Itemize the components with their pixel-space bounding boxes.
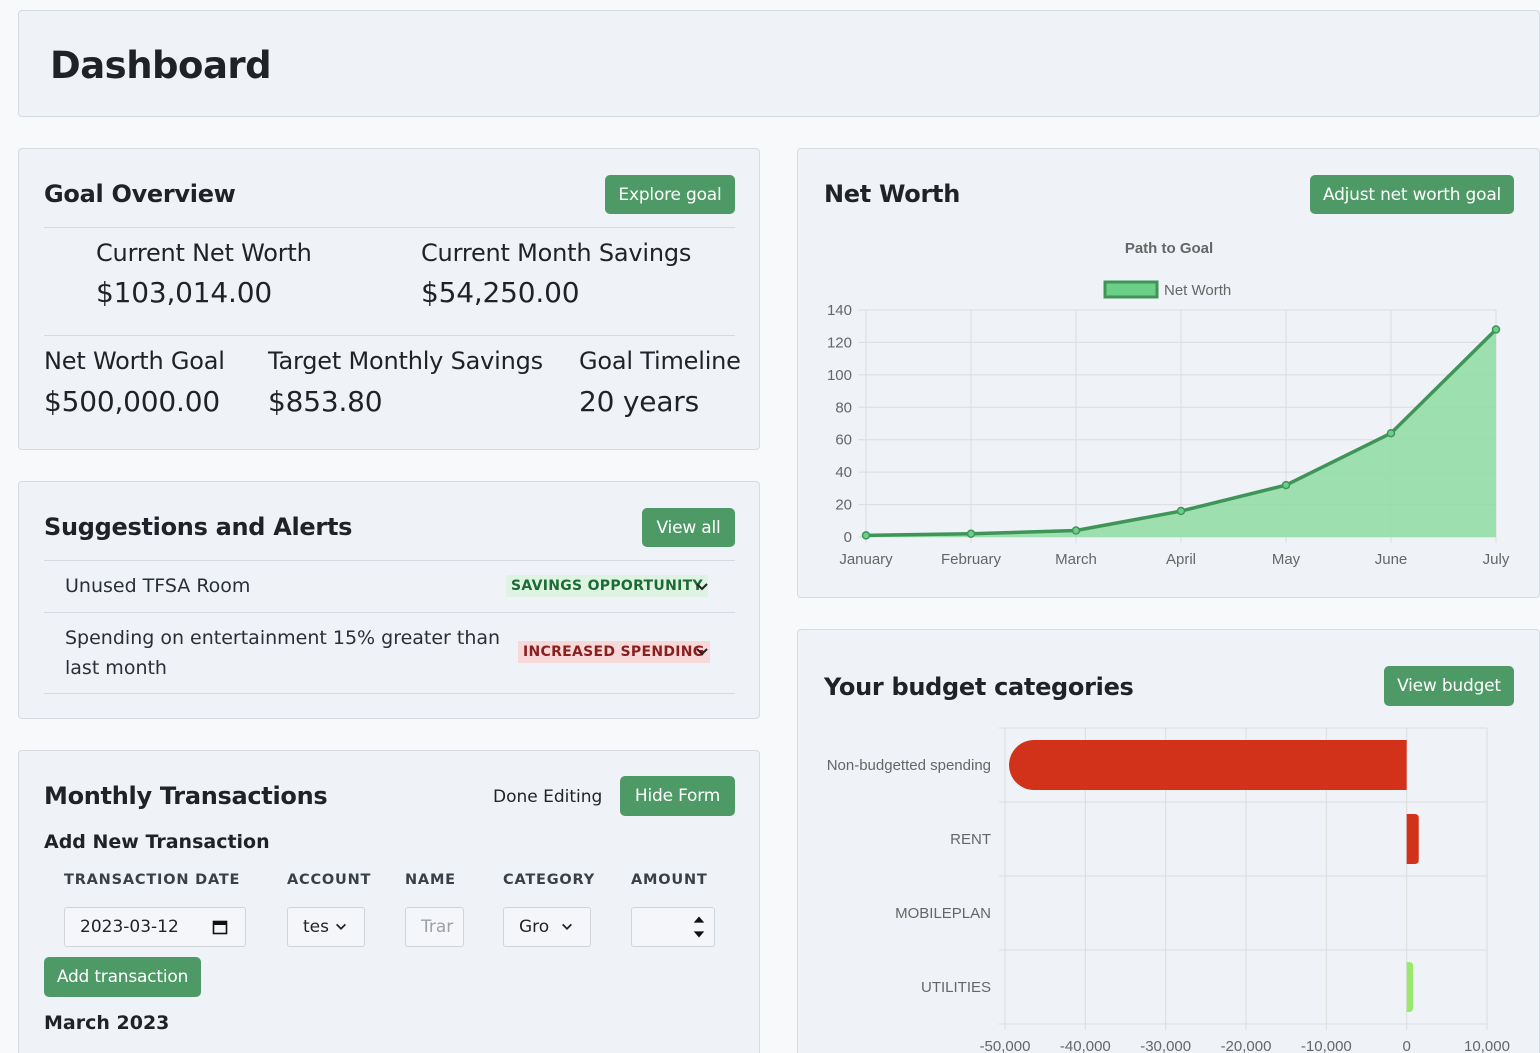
date-input[interactable]: 2023-03-12 [64,907,246,947]
chevron-down-icon[interactable] [694,579,710,595]
suggestions-card: Suggestions and Alerts View all Unused T… [18,481,760,719]
transactions-title: Monthly Transactions [44,782,328,810]
net-worth-goal-value: $500,000.00 [44,385,220,418]
data-point [966,529,976,539]
header-card: Dashboard [18,10,1540,117]
chevron-down-icon [336,923,346,930]
data-point [861,531,871,540]
goal-timeline-label: Goal Timeline [579,347,741,375]
y-tick-label: MOBILEPLAN [895,905,991,922]
data-point [1491,325,1501,334]
column-header: ACCOUNT [287,872,372,888]
account-select[interactable]: tes [287,907,365,947]
y-tick-label: 120 [827,334,852,351]
net-worth-card: Net Worth Adjust net worth goal 0 20 40 60 8… [797,148,1540,598]
y-tick-label: RENT [950,831,991,848]
x-tick-label: February [941,551,1002,568]
x-tick-label: 10,000 [1464,1038,1510,1053]
legend-swatch [1103,280,1159,299]
hide-form-button[interactable]: Hide Form [620,776,735,816]
add-transaction-heading: Add New Transaction [44,831,270,853]
alert-text: Spending on entertainment 15% greater th… [65,627,501,679]
y-tick-label: 20 [835,497,852,514]
data-point [1071,526,1081,535]
x-tick-label: -10,000 [1301,1038,1352,1053]
target-monthly-savings-value: $853.80 [268,385,383,418]
x-tick-label: -40,000 [1060,1038,1111,1053]
budget-bar [1406,814,1419,864]
y-tick-label: 80 [835,399,852,416]
add-transaction-button[interactable]: Add transaction [44,957,201,997]
y-tick-label: 60 [835,432,852,449]
current-net-worth-label: Current Net Worth [96,239,312,267]
goal-timeline-value: 20 years [579,385,699,418]
data-point [1281,480,1291,490]
alert-text: Unused TFSA Room [65,575,251,597]
data-point [1176,506,1186,516]
category-select[interactable]: Gro [503,907,591,947]
goal-overview-title: Goal Overview [44,180,236,208]
chevron-down-icon[interactable] [694,644,710,660]
y-tick-label: 0 [844,529,852,546]
net-worth-goal-label: Net Worth Goal [44,347,225,375]
column-header: NAME [405,872,456,888]
view-all-button[interactable]: View all [642,508,735,547]
column-header: AMOUNT [631,872,708,888]
divider [44,335,735,336]
date-value: 2023-03-12 [80,917,179,937]
y-tick-label: 140 [827,302,852,319]
x-tick-label: 0 [1402,1038,1410,1053]
budget-bar [1009,740,1407,790]
divider [44,227,735,228]
suggestions-title: Suggestions and Alerts [44,513,353,541]
x-tick-label: -30,000 [1140,1038,1191,1053]
budget-bar [1406,962,1414,1012]
chevron-down-icon [562,923,572,930]
current-month-savings-label: Current Month Savings [421,239,692,267]
transactions-card: Monthly Transactions Done Editing Hide F… [18,750,760,1053]
divider [44,693,735,694]
budget-card: Your budget categories View budget -50,0… [797,629,1540,1053]
column-header: TRANSACTION DATE [64,872,241,888]
alert-item[interactable]: Spending on entertainment 15% greater th… [44,613,735,693]
y-tick-label: 40 [835,464,852,481]
legend-label: Net Worth [1164,282,1231,299]
current-net-worth-value: $103,014.00 [96,276,272,309]
name-input[interactable]: Trar [405,907,464,947]
increased-spending-badge: INCREASED SPENDING [518,641,710,663]
target-monthly-savings-label: Target Monthly Savings [268,347,543,375]
y-tick-label: UTILITIES [921,979,991,996]
alert-item[interactable]: Unused TFSA Room SAVINGS OPPORTUNITY [44,561,735,612]
chart-title: Path to Goal [1125,240,1213,257]
x-tick-label: June [1375,551,1408,568]
budget-chart: -50,000 -40,000 -30,000 -20,000 -10,000 0 10,0… [827,727,1510,1053]
explore-goal-button[interactable]: Explore goal [605,175,735,214]
current-month-savings-value: $54,250.00 [421,276,580,309]
column-header: CATEGORY [503,872,596,888]
account-value: tes [303,917,329,937]
x-tick-label: May [1272,551,1301,568]
month-heading: March 2023 [44,1012,170,1034]
x-tick-label: March [1055,551,1097,568]
net-worth-chart: 0 20 40 60 80 100 120 140 January February March Ap… [827,240,1510,568]
spinner-icon[interactable] [692,912,706,942]
category-value: Gro [519,917,550,937]
x-tick-label: -20,000 [1221,1038,1272,1053]
x-tick-label: January [839,551,893,568]
y-tick-label: 100 [827,367,852,384]
page-title: Dashboard [50,44,272,87]
x-tick-label: July [1483,551,1510,568]
x-tick-label: April [1166,551,1196,568]
amount-input[interactable] [631,907,715,947]
x-tick-label: -50,000 [980,1038,1031,1053]
y-tick-label: Non-budgetted spending [827,757,991,774]
savings-opportunity-badge: SAVINGS OPPORTUNITY [506,575,708,597]
name-placeholder: Trar [421,917,454,937]
done-editing-link[interactable]: Done Editing [493,787,602,807]
data-point [1386,428,1396,438]
calendar-icon[interactable] [212,919,228,935]
goal-overview-card: Goal Overview Explore goal Current Net W… [18,148,760,450]
